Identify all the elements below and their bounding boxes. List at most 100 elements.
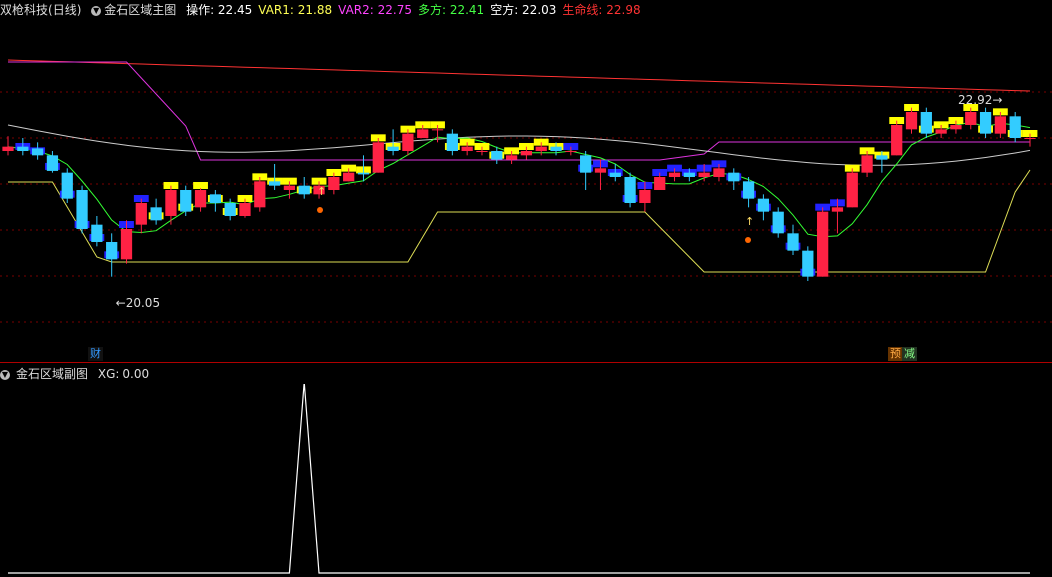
candle-body [817,211,829,277]
candle-body [446,133,458,151]
indicator-values: 操作: 22.45 VAR1: 21.88 VAR2: 22.75 多方: 22.41… [186,3,647,17]
candle-body [920,112,932,134]
candle-body [965,112,977,125]
candle-body [846,172,858,208]
badge-yu: 预 [888,347,903,361]
buy-arrow-icon: ↑ [745,215,754,228]
pane-divider[interactable] [0,362,1052,363]
candle-body [357,172,370,175]
candle-body [239,203,251,216]
candle-body [520,151,533,156]
candle-body [713,168,725,177]
candle-body [979,112,992,134]
candle-body [505,155,518,160]
candle-body [654,177,666,190]
collapse-icon[interactable]: ▼ [0,369,10,380]
candle-body [550,146,562,151]
candle-body [787,233,799,251]
candle-body [905,112,918,130]
candle-body [431,129,444,131]
candle-body [180,190,192,212]
candle-body [624,177,636,203]
candle-body [728,172,740,182]
period-label: (日线) [48,3,82,17]
indicator-value-0: 操作: 22.45 [186,3,253,17]
candle-body [31,148,44,156]
candle-body [46,155,59,171]
candle-body [91,224,103,242]
indicator-value-3: 多方: 22.41 [417,3,485,17]
candle-body [950,125,962,130]
candle-body [254,181,266,208]
candle-body [668,172,681,177]
xg-series-line [8,384,1030,574]
indicator-value-2: VAR2: 22.75 [338,3,412,17]
candle-body [76,190,88,229]
sub-chart[interactable] [0,384,1052,577]
buy-arrow-icon: ↑ [317,185,326,198]
candle-body [476,151,488,152]
candle-body [876,155,888,160]
life-line [7,59,1031,92]
candle-body [343,172,355,182]
collapse-icon[interactable]: ▼ [91,5,102,16]
candle-body [580,155,592,173]
candle-body [61,172,73,199]
indicator-value-5: 生命线: 22.98 [562,3,641,17]
candle-body [150,207,162,221]
candle-body [209,194,221,203]
candle-body [328,177,340,190]
candle-body [861,155,873,173]
candle-body [698,172,710,177]
xg-label: XG: [97,367,120,381]
trend-block [193,182,208,189]
candle-body [935,129,947,134]
candle-body [106,242,118,260]
stock-name: 双枪科技 [0,3,49,17]
candle-body [224,203,236,216]
candle-body [683,172,695,177]
candle-body [994,116,1007,134]
candle-body [372,142,384,173]
candle-body [17,146,29,151]
candle-body [639,190,651,203]
candle-body [1024,138,1036,139]
candle-body [757,198,770,212]
candle-body [609,172,621,177]
sub-indicator-name[interactable]: 金石区域副图 [16,367,88,381]
candle-body [165,190,177,216]
main-indicator-name[interactable]: 金石区域主图 [104,3,176,17]
candle-body [1009,116,1021,138]
var1-line [8,169,1031,273]
candle-body [802,250,814,277]
candle-body [2,146,14,151]
xg-value: 0.00 [122,367,150,381]
candle-body [594,168,607,173]
candle-body [535,146,547,151]
candle-body [402,133,414,151]
candle-body [417,129,429,138]
badge-cai: 财 [88,347,103,361]
candle-body [461,146,473,151]
signal-dot-icon [317,207,323,213]
candle-body [565,151,577,152]
candle-body [742,181,755,199]
candle-body [831,207,844,212]
low-price-label: ←20.05 [116,296,160,310]
candle-body [135,203,147,225]
badge-jian: 减 [902,347,917,361]
high-price-label: 22.92→ [958,93,1002,107]
indicator-value-1: VAR1: 21.88 [258,3,333,17]
indicator-value-4: 空方: 22.03 [490,3,557,17]
candle-body [491,151,503,160]
candle-body [772,211,784,234]
candle-body [387,146,399,151]
candle-body [268,181,281,186]
main-header: 双枪科技(日线) ▼ 金石区域主图 操作: 22.45 VAR1: 21.88 VAR… [0,0,653,20]
candle-body [891,125,903,156]
sub-header: ▼ 金石区域副图 XG: 0.00 [0,364,155,384]
signal-dot-icon [745,237,751,243]
candle-body [283,185,296,190]
candle-body [298,185,310,195]
main-chart[interactable]: ←20.05 22.92→ ↑ ↑ [0,20,1052,365]
